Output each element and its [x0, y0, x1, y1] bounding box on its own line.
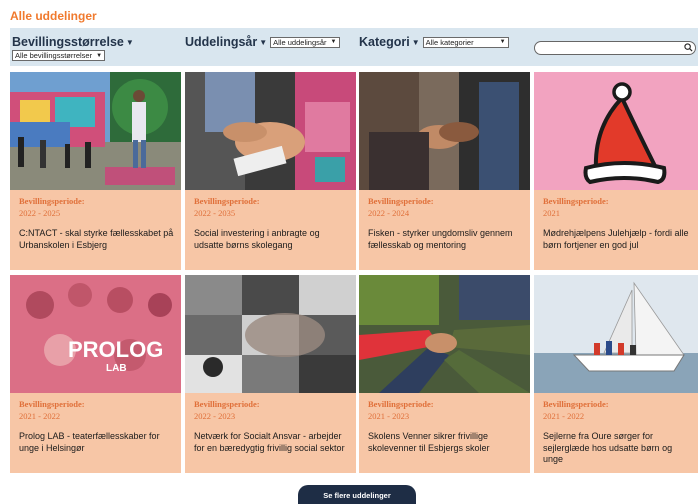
- chevron-down-icon: ▼: [499, 39, 506, 45]
- category-filter-label[interactable]: Kategori ▼: [359, 35, 420, 49]
- period-label: Bevillingsperiode:: [543, 399, 609, 409]
- grant-size-filter[interactable]: Bevillingsstørrelse ▼: [12, 35, 134, 49]
- card-title[interactable]: Mødrehjælpens Julehjælp - fordi alle bør…: [543, 228, 692, 251]
- card-title[interactable]: Fisken - styrker ungdomsliv gennem fælle…: [368, 228, 524, 251]
- category-select[interactable]: Alle kategorier ▼: [422, 36, 509, 48]
- grant-size-filter-label[interactable]: Bevillingsstørrelse ▼: [12, 35, 134, 49]
- year-select[interactable]: Alle uddelingsår ▼: [270, 36, 340, 48]
- chevron-down-icon: ▼: [96, 52, 103, 59]
- grant-card[interactable]: Bevillingsperiode: 2021 Mødrehjælpens Ju…: [534, 72, 698, 270]
- grant-card[interactable]: Bevillingsperiode: 2021 - 2023 Skolens V…: [359, 275, 530, 473]
- period-value: 2022 - 2035: [194, 208, 236, 218]
- card-image[interactable]: [359, 275, 530, 393]
- period-value: 2021 - 2023: [368, 411, 410, 421]
- period-label: Bevillingsperiode:: [194, 196, 260, 206]
- year-filter-label[interactable]: Uddelingsår ▼: [185, 35, 267, 49]
- chevron-down-icon: ▼: [125, 37, 134, 47]
- page-title: Alle uddelinger: [10, 9, 97, 23]
- period-label: Bevillingsperiode:: [19, 196, 85, 206]
- grant-size-select[interactable]: Alle bevillingsstørrelser ▼: [12, 50, 106, 61]
- period-label: Bevillingsperiode:: [19, 399, 85, 409]
- grant-card[interactable]: PROLOG LAB Bevillingsperiode: 2021 - 202…: [10, 275, 181, 473]
- period-label: Bevillingsperiode:: [543, 196, 609, 206]
- grant-card[interactable]: Bevillingsperiode: 2021 - 2022 Sejlerne …: [534, 275, 698, 473]
- card-title[interactable]: Prolog LAB - teaterfællesskaber for unge…: [19, 431, 175, 454]
- card-image[interactable]: [185, 275, 356, 393]
- card-title[interactable]: Sejlerne fra Oure sørger for sejlerglæde…: [543, 431, 692, 466]
- period-value: 2022 - 2023: [194, 411, 236, 421]
- card-title[interactable]: Netværk for Socialt Ansvar - arbejder fo…: [194, 431, 350, 454]
- prolog-logo-subtext: LAB: [106, 363, 127, 374]
- card-title[interactable]: Skolens Venner sikrer frivillige skoleve…: [368, 431, 524, 454]
- card-image[interactable]: [534, 275, 698, 393]
- period-value: 2021 - 2022: [19, 411, 61, 421]
- santa-hat-icon: [534, 72, 698, 190]
- period-value: 2022 - 2024: [368, 208, 410, 218]
- grant-card[interactable]: Bevillingsperiode: 2022 - 2025 C:NTACT -…: [10, 72, 181, 270]
- period-value: 2021: [543, 208, 560, 218]
- card-image[interactable]: [185, 72, 356, 190]
- category-filter[interactable]: Kategori ▼ Alle kategorier ▼: [359, 35, 509, 49]
- period-label: Bevillingsperiode:: [368, 399, 434, 409]
- prolog-logo-text: PROLOG: [68, 337, 163, 362]
- year-filter[interactable]: Uddelingsår ▼ Alle uddelingsår ▼: [185, 35, 340, 49]
- chevron-down-icon: ▼: [330, 39, 337, 45]
- grant-card[interactable]: Bevillingsperiode: 2022 - 2035 Social in…: [185, 72, 356, 270]
- card-image[interactable]: [359, 72, 530, 190]
- card-title[interactable]: C:NTACT - skal styrke fællesskabet på Ur…: [19, 228, 175, 251]
- card-image[interactable]: [534, 72, 698, 190]
- card-image[interactable]: [10, 72, 181, 190]
- grant-card[interactable]: Bevillingsperiode: 2022 - 2023 Netværk f…: [185, 275, 356, 473]
- chevron-down-icon: ▼: [411, 37, 420, 47]
- card-image[interactable]: PROLOG LAB: [10, 275, 181, 393]
- period-value: 2022 - 2025: [19, 208, 61, 218]
- grant-card[interactable]: Bevillingsperiode: 2022 - 2024 Fisken - …: [359, 72, 530, 270]
- chevron-down-icon: ▼: [259, 37, 268, 47]
- show-more-button[interactable]: Se flere uddelinger: [298, 485, 416, 504]
- card-title[interactable]: Social investering i anbragte og udsatte…: [194, 228, 350, 251]
- period-label: Bevillingsperiode:: [368, 196, 434, 206]
- period-value: 2021 - 2022: [543, 411, 585, 421]
- search-icon[interactable]: [684, 43, 693, 52]
- period-label: Bevillingsperiode:: [194, 399, 260, 409]
- search-input[interactable]: [534, 41, 696, 55]
